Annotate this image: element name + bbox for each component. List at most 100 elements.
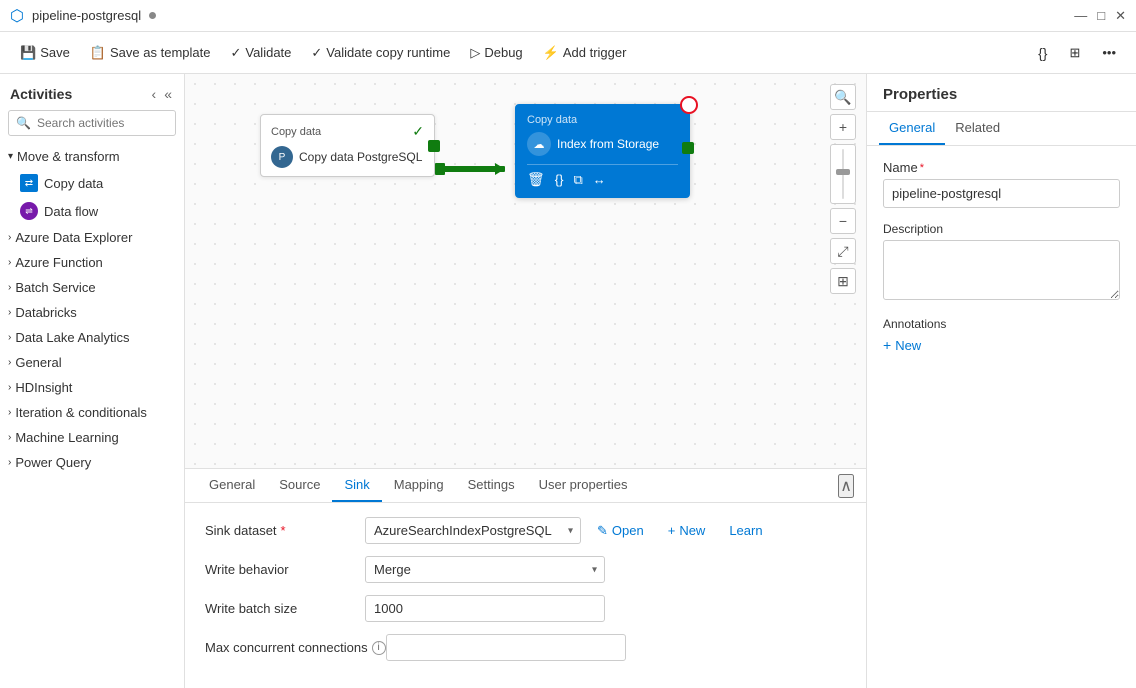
connection-arrow: [435, 159, 515, 179]
max-concurrent-input[interactable]: [386, 634, 626, 661]
arrow-icon[interactable]: ↔: [593, 172, 606, 187]
code-view-button[interactable]: {}: [1030, 41, 1055, 65]
unsaved-dot: [149, 12, 156, 19]
sidebar-category-azure-function[interactable]: › Azure Function: [0, 250, 184, 275]
properties-tab-general[interactable]: General: [879, 112, 945, 145]
canvas-controls: 🔍 + − ⤢ ⊞: [830, 84, 856, 294]
properties-title: Properties: [867, 74, 1136, 112]
write-batch-size-row: Write batch size: [205, 595, 846, 622]
save-button[interactable]: 💾 Save: [12, 41, 78, 65]
tab-sink[interactable]: Sink: [332, 469, 381, 502]
tab-general[interactable]: General: [197, 469, 267, 502]
tab-mapping[interactable]: Mapping: [382, 469, 456, 502]
annotations-section: Annotations + New: [883, 317, 1120, 353]
save-as-template-button[interactable]: 📋 Save as template: [82, 41, 219, 65]
more-button[interactable]: •••: [1094, 41, 1124, 64]
node-body-2: ☁ Index from Storage: [527, 132, 678, 156]
node-success-icon: ✓: [412, 123, 424, 140]
learn-btn[interactable]: Learn: [721, 518, 770, 543]
write-behavior-select-wrapper: Merge ▾: [365, 556, 605, 583]
sink-form: Sink dataset * AzureSearchIndexPostgreSQ…: [185, 503, 866, 687]
validate-copy-runtime-button[interactable]: ✓ Validate copy runtime: [303, 41, 458, 65]
copy-data-icon: ⇄: [20, 174, 38, 192]
collapse-btn[interactable]: ‹: [150, 84, 159, 104]
zoom-in-btn[interactable]: +: [830, 114, 856, 140]
app-icon: ⬡: [10, 6, 24, 26]
add-annotation-btn[interactable]: + New: [883, 337, 921, 353]
chevron-right-icon-10: ›: [8, 457, 11, 468]
sidebar-category-databricks[interactable]: › Databricks: [0, 300, 184, 325]
sidebar-category-batch-service[interactable]: › Batch Service: [0, 275, 184, 300]
category-label: Move & transform: [17, 149, 120, 164]
chevron-right-icon: ›: [8, 232, 11, 243]
canvas-main[interactable]: Copy data ✓ P Copy data PostgreSQL: [185, 74, 866, 468]
toolbar: 💾 Save 📋 Save as template ✓ Validate ✓ V…: [0, 32, 1136, 74]
sidebar-category-power-query[interactable]: › Power Query: [0, 450, 184, 475]
sidebar-item-data-flow[interactable]: ⇌ Data flow ⠿: [0, 197, 184, 225]
collapse-panel-btn[interactable]: ∧: [838, 474, 854, 498]
search-input[interactable]: [8, 110, 176, 136]
sidebar-title: Activities: [10, 86, 72, 102]
storage-icon: ☁: [527, 132, 551, 156]
trigger-icon: ⚡: [543, 45, 559, 61]
code-icon[interactable]: {}: [555, 172, 564, 187]
grid-btn[interactable]: ⊞: [830, 268, 856, 294]
sidebar-category-data-lake[interactable]: › Data Lake Analytics: [0, 325, 184, 350]
zoom-out-btn[interactable]: −: [830, 208, 856, 234]
sink-dataset-required: *: [281, 523, 286, 538]
sidebar-category-general[interactable]: › General: [0, 350, 184, 375]
sidebar-category-azure-data-explorer[interactable]: › Azure Data Explorer: [0, 225, 184, 250]
clone-icon[interactable]: ⧉: [573, 172, 582, 188]
search-icon: 🔍: [16, 116, 31, 130]
node-type-label-2: Copy data: [527, 114, 577, 126]
sidebar-category-machine-learning[interactable]: › Machine Learning: [0, 425, 184, 450]
properties-tabs: General Related: [867, 112, 1136, 146]
debug-button[interactable]: ▷ Debug: [462, 41, 530, 65]
delete-icon[interactable]: 🗑: [527, 171, 545, 188]
description-textarea[interactable]: [883, 240, 1120, 300]
write-batch-size-input[interactable]: [365, 595, 605, 622]
node-header-1: Copy data ✓: [271, 123, 424, 140]
properties-tab-related[interactable]: Related: [945, 112, 1010, 145]
dataset-select-wrapper: AzureSearchIndexPostgreSQL ▾: [365, 517, 581, 544]
sidebar-category-iteration[interactable]: › Iteration & conditionals: [0, 400, 184, 425]
node-type-label-1: Copy data: [271, 126, 321, 138]
sidebar-category-move-transform[interactable]: ▾ Move & transform: [0, 144, 184, 169]
maximize-btn[interactable]: □: [1097, 8, 1105, 24]
chevron-down-icon: ▾: [8, 151, 13, 162]
category-label-af: Azure Function: [15, 255, 102, 270]
plus-icon: +: [668, 523, 676, 538]
write-behavior-row: Write behavior Merge ▾: [205, 556, 846, 583]
category-label-dla: Data Lake Analytics: [15, 330, 129, 345]
write-behavior-select[interactable]: Merge: [365, 556, 605, 583]
collapse-all-btn[interactable]: «: [162, 84, 174, 104]
postgres-icon: P: [271, 146, 293, 168]
new-dataset-btn[interactable]: + New: [660, 518, 714, 543]
tab-user-properties[interactable]: User properties: [527, 469, 640, 502]
info-icon: i: [372, 641, 386, 655]
search-canvas-btn[interactable]: 🔍: [830, 84, 856, 110]
sink-dataset-select[interactable]: AzureSearchIndexPostgreSQL: [365, 517, 581, 544]
category-label-db: Databricks: [15, 305, 76, 320]
description-field: Description: [883, 222, 1120, 303]
validate-button[interactable]: ✓ Validate: [222, 41, 299, 65]
annotations-label: Annotations: [883, 317, 1120, 331]
close-btn[interactable]: ✕: [1115, 8, 1126, 24]
tab-settings[interactable]: Settings: [456, 469, 527, 502]
name-input[interactable]: [883, 179, 1120, 208]
node-index-storage[interactable]: Copy data ☁ Index from Storage 🗑 {} ⧉ ↔: [515, 104, 690, 198]
title-bar: ⬡ pipeline-postgresql — □ ✕: [0, 0, 1136, 32]
chevron-right-icon-6: ›: [8, 357, 11, 368]
sidebar-item-copy-data[interactable]: ⇄ Copy data ⠿: [0, 169, 184, 197]
open-dataset-btn[interactable]: ✎ Open: [589, 518, 652, 544]
sidebar-category-hdinsight[interactable]: › HDInsight: [0, 375, 184, 400]
validate-icon: ✓: [230, 45, 241, 61]
category-label-bs: Batch Service: [15, 280, 95, 295]
node-copy-data-postgres[interactable]: Copy data ✓ P Copy data PostgreSQL: [260, 114, 435, 177]
fit-to-screen-btn[interactable]: ⤢: [830, 238, 856, 264]
window-controls: — □ ✕: [1074, 8, 1126, 24]
tab-source[interactable]: Source: [267, 469, 332, 502]
add-trigger-button[interactable]: ⚡ Add trigger: [535, 41, 635, 65]
panel-button[interactable]: ⊞: [1061, 41, 1088, 65]
minimize-btn[interactable]: —: [1074, 8, 1087, 24]
